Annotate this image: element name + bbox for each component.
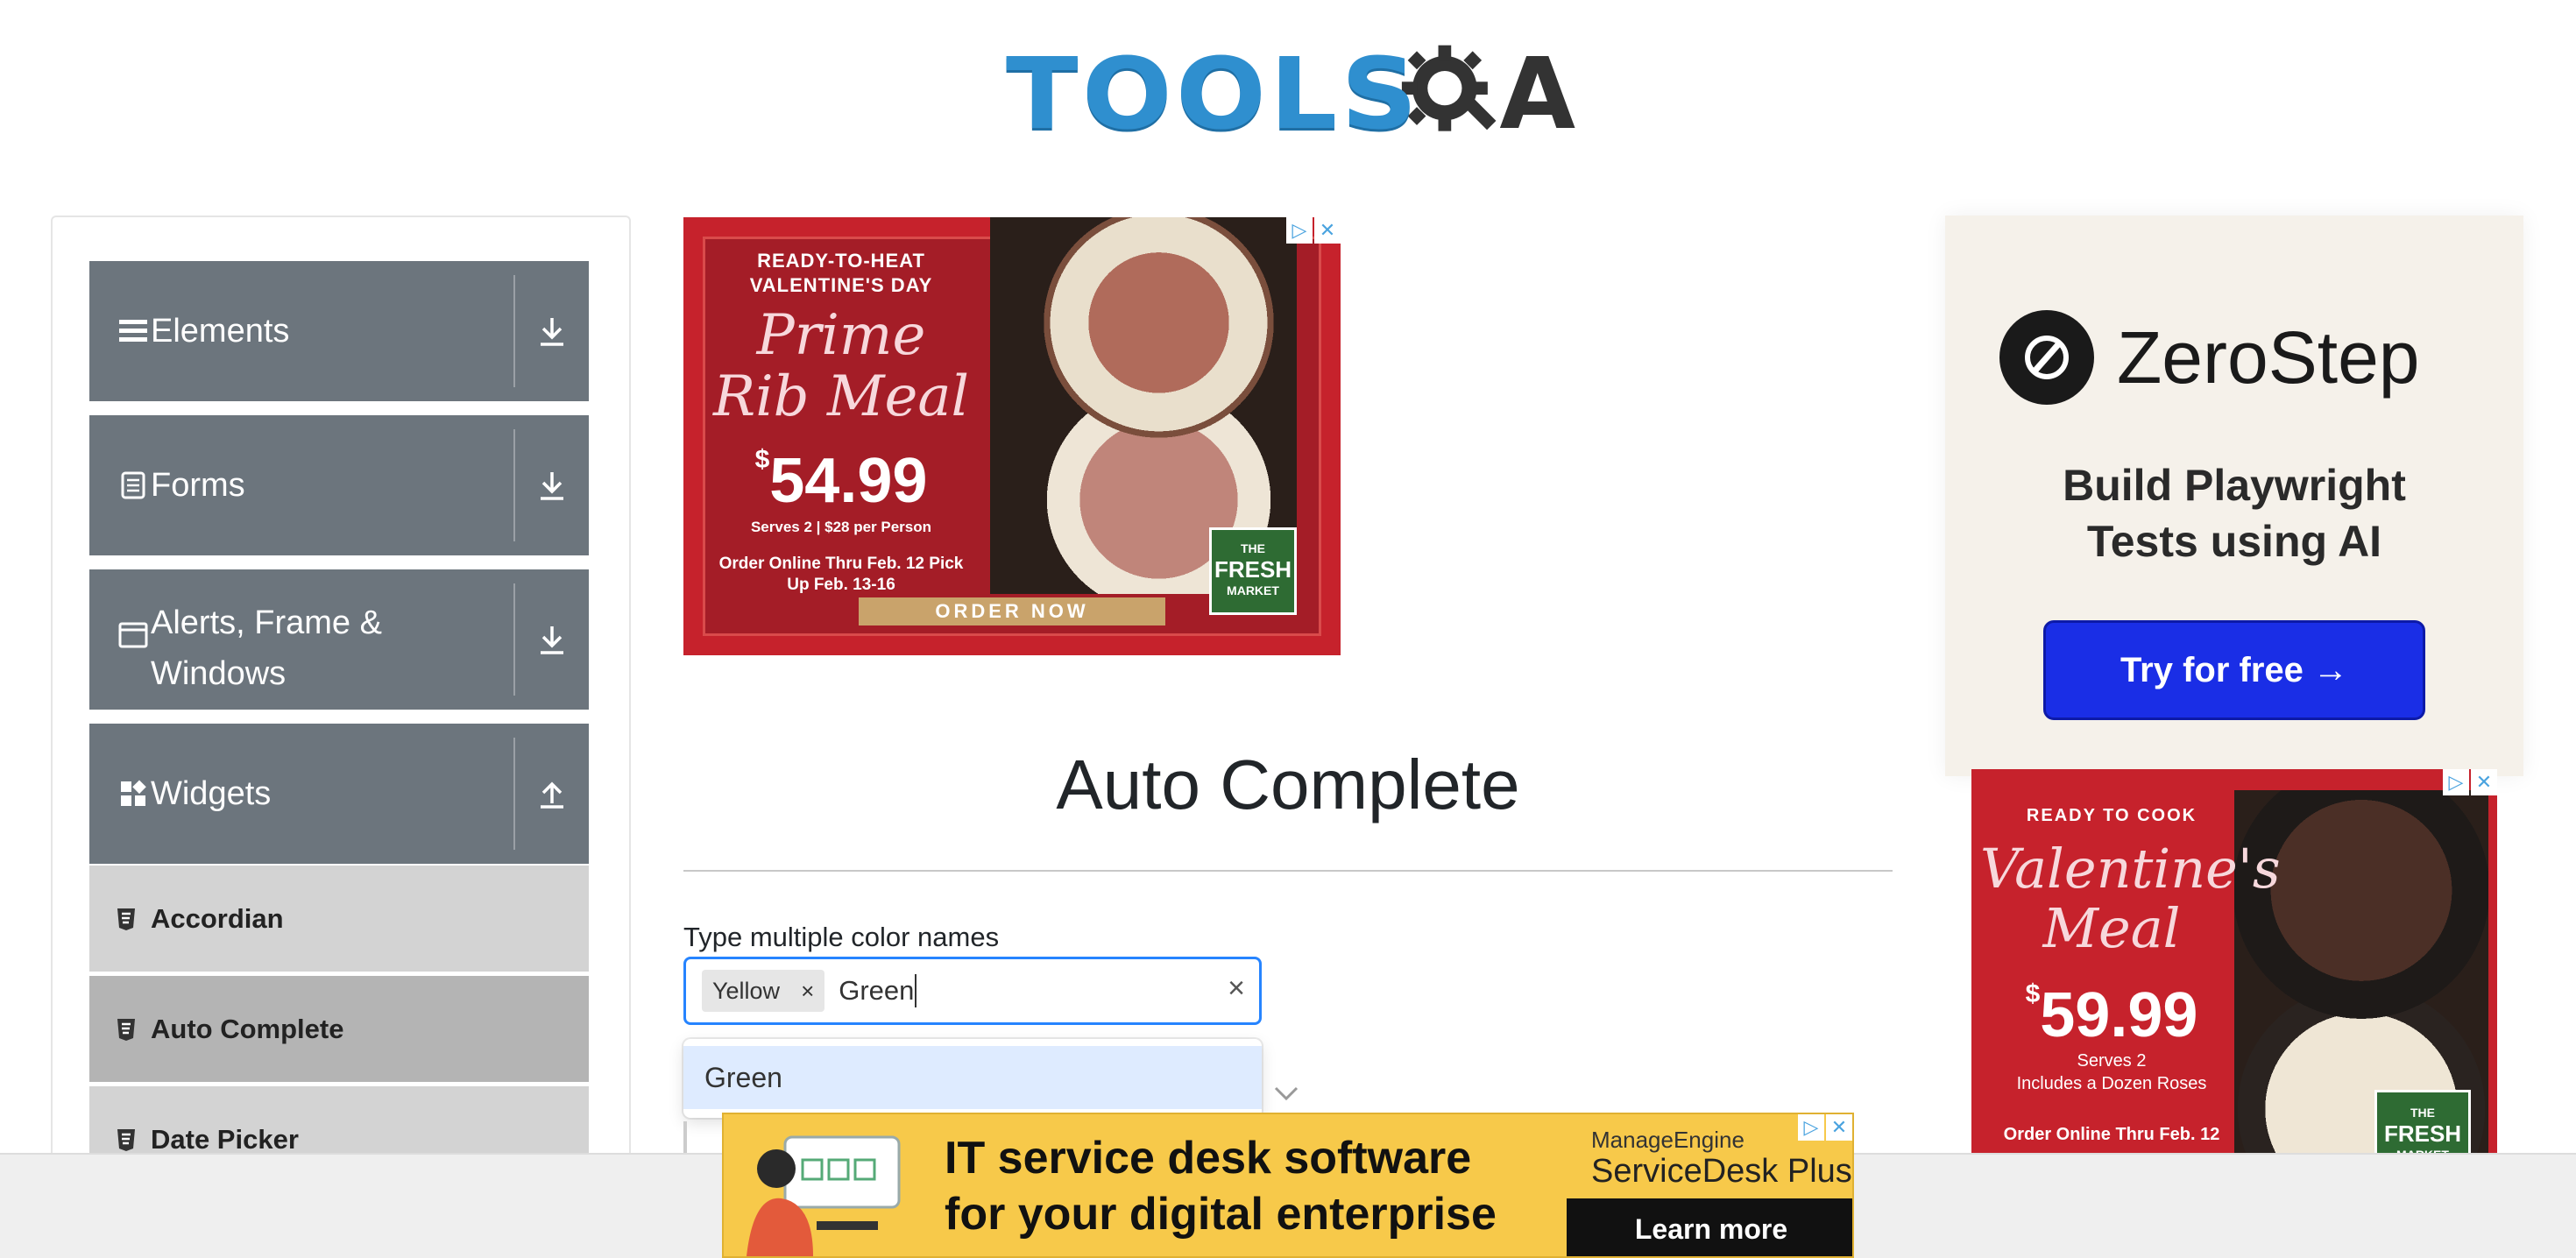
ad-price: $54.99 [718, 445, 964, 517]
tagline-line-2: Tests using AI [2086, 517, 2382, 566]
adchoices-icon[interactable]: ▷ [1798, 1114, 1824, 1141]
window-icon [116, 622, 151, 648]
serves-line-2: Includes a Dozen Roses [2016, 1074, 2207, 1093]
sidebar-group-label: Forms [151, 467, 245, 504]
sidebar-group-alerts[interactable]: Alerts, Frame & Windows [89, 569, 589, 710]
sidebar-item-label: Auto Complete [151, 1013, 344, 1044]
chevron-down-icon[interactable] [1272, 1083, 1300, 1106]
suggestion-option[interactable]: Green [683, 1046, 1262, 1109]
divider [683, 870, 1893, 872]
list-icon [116, 318, 151, 344]
logo-text-a: A [1499, 38, 1575, 152]
html5-icon [116, 1016, 138, 1042]
close-icon[interactable]: ✕ [2471, 769, 2497, 795]
ad-zerostep[interactable]: ZeroStep Build Playwright Tests using AI… [1945, 216, 2523, 776]
ad-order-info: Order Online Thru Feb. 12 Pick Up Feb. 1… [718, 555, 964, 594]
fresh-market-badge: THE FRESH MARKET [1209, 527, 1297, 615]
person-at-desk-illustration [747, 1135, 901, 1256]
logo-text-tools: TOOLS [1006, 38, 1421, 152]
multi-color-label: Type multiple color names [683, 922, 1000, 952]
ad-headline: Prime Rib Meal [713, 303, 969, 429]
headline-line-1: IT service desk software [945, 1133, 1472, 1184]
sidebar-group-label: Alerts, Frame & Windows [151, 604, 382, 692]
single-color-input-edge [683, 1121, 687, 1156]
badge-top: THE [1241, 541, 1265, 555]
ad-choices[interactable]: ▷ ✕ [1798, 1114, 1852, 1141]
html5-icon [116, 1127, 138, 1153]
ad-choices[interactable]: ▷ ✕ [2443, 769, 2497, 795]
badge-bottom: MARKET [1227, 583, 1279, 597]
ad-order-button[interactable]: ORDER NOW [859, 597, 1165, 625]
zerostep-name: ZeroStep [2117, 315, 2420, 399]
close-icon[interactable]: ✕ [1314, 217, 1341, 244]
sidebar-item-label: Accordian [151, 902, 284, 934]
badge-mid: FRESH [2383, 1120, 2462, 1147]
zerostep-brand: ZeroStep [1999, 310, 2420, 405]
sidebar-group-widgets[interactable]: Widgets [89, 724, 589, 864]
ad-serves: Serves 2 | $28 per Person [750, 519, 932, 535]
adchoices-icon[interactable]: ▷ [1286, 217, 1313, 244]
serves-line-1: Serves 2 [2077, 1051, 2147, 1071]
try-for-free-button[interactable]: Try for free → [2043, 620, 2425, 720]
sidebar-item-auto-complete[interactable]: Auto Complete [89, 976, 589, 1085]
zerostep-logo-icon [1999, 310, 2094, 405]
sidebar-group-label: Elements [151, 313, 290, 350]
chip-remove-icon[interactable]: × [790, 978, 824, 1005]
sidebar-group-label: Widgets [151, 775, 272, 812]
widgets-icon [116, 780, 151, 808]
sidebar-group-elements[interactable]: Elements [89, 261, 589, 401]
autocomplete-input[interactable]: Green [839, 974, 917, 1007]
download-icon[interactable] [515, 569, 589, 710]
close-icon[interactable]: ✕ [1826, 1114, 1852, 1141]
chip-label: Yellow [712, 977, 781, 1004]
adchoices-icon[interactable]: ▷ [2443, 769, 2469, 795]
ad-prime-rib[interactable]: READY-TO-HEAT VALENTINE'S DAY Prime Rib … [683, 217, 1341, 655]
ad-brand: ManageEngine [1591, 1127, 1744, 1153]
sidebar-group-forms[interactable]: Forms [89, 415, 589, 555]
upload-icon[interactable] [515, 724, 589, 864]
sidebar-item-label: Date Picker [151, 1123, 299, 1155]
selected-chip: Yellow × [702, 970, 825, 1012]
toolsqa-logo[interactable]: TOOLS A [1006, 25, 1575, 165]
download-icon[interactable] [515, 261, 589, 401]
ad-headline: Valentine's Meal [1980, 837, 2281, 960]
ad-servicedesk[interactable]: IT service desk software for your digita… [722, 1113, 1854, 1258]
price-value: 54.99 [769, 446, 928, 516]
tagline-line-1: Build Playwright [2063, 461, 2406, 510]
badge-top: THE [2410, 1106, 2435, 1120]
clear-icon[interactable]: × [1228, 972, 1245, 1006]
learn-more-button[interactable]: Learn more [1567, 1198, 1852, 1256]
ad-headline: IT service desk software for your digita… [945, 1130, 1497, 1242]
ad-kicker: READY TO COOK [2026, 806, 2197, 825]
headline-line-2: for your digital enterprise [945, 1189, 1497, 1240]
sidebar-item-accordian[interactable]: Accordian [89, 866, 589, 974]
page-title: Auto Complete [1056, 746, 1520, 823]
price-value: 59.99 [2040, 980, 2198, 1050]
document-icon [116, 471, 151, 499]
ad-choices[interactable]: ▷ ✕ [1286, 217, 1341, 244]
ad-product: ServiceDesk Plus [1591, 1153, 1852, 1190]
price-symbol: $ [754, 445, 770, 474]
price-symbol: $ [2025, 979, 2041, 1008]
html5-icon [116, 906, 138, 932]
badge-mid: FRESH [1214, 556, 1292, 583]
suggestions-menu: Green [683, 1039, 1262, 1118]
ad-price: $59.99 [1989, 979, 2234, 1051]
ad-serves: Serves 2 Includes a Dozen Roses [1989, 1050, 2234, 1095]
multi-color-autocomplete[interactable]: Yellow × Green × [683, 957, 1262, 1025]
left-panel: Elements Forms Alerts, Frame & Windows W… [51, 216, 631, 1258]
ad-order-info: Order Online Thru Feb. 12 [2003, 1125, 2220, 1144]
zerostep-tagline: Build Playwright Tests using AI [1945, 457, 2523, 569]
download-icon[interactable] [515, 415, 589, 555]
ad-kicker: READY-TO-HEAT VALENTINE'S DAY [749, 250, 933, 296]
